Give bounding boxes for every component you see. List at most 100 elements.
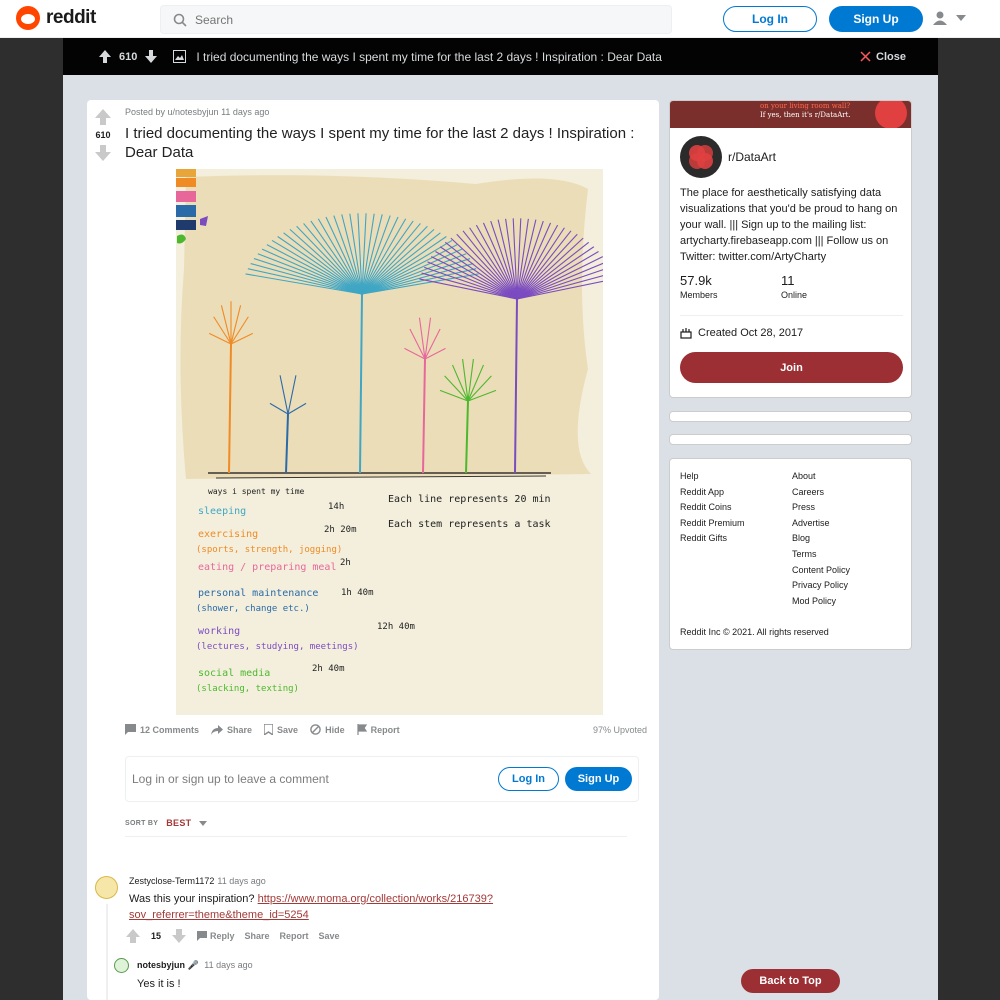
legend-row-value: 2h 20m xyxy=(324,525,357,535)
online-count: 11 xyxy=(781,273,795,288)
footer-link-help[interactable]: Help xyxy=(680,469,792,485)
legend-row-sub: (shower, change etc.) xyxy=(196,604,310,614)
legend-row-label: social media xyxy=(198,668,270,679)
posted-by: Posted by u/notesbyjun 11 days ago xyxy=(125,107,270,117)
footer-link-advertise[interactable]: Advertise xyxy=(792,516,904,532)
community-banner: on your living room wall? If yes, then i… xyxy=(670,101,911,128)
community-icon[interactable] xyxy=(680,136,722,178)
comment-signup-button[interactable]: Sign Up xyxy=(565,767,632,791)
upvote-icon[interactable] xyxy=(99,50,111,63)
created-text: Created Oct 28, 2017 xyxy=(698,327,804,339)
legend-row-value: 1h 40m xyxy=(341,588,374,598)
legend-row-value: 2h 40m xyxy=(312,664,345,674)
footer-link-reddit-gifts[interactable]: Reddit Gifts xyxy=(680,531,792,547)
online-stat: 11 Online xyxy=(781,273,807,300)
user-menu[interactable] xyxy=(932,10,966,26)
downvote-icon[interactable] xyxy=(171,928,187,944)
comment-save-button[interactable]: Save xyxy=(319,931,340,941)
reply-label: Reply xyxy=(210,931,235,941)
footer-links-card: Help Reddit App Reddit Coins Reddit Prem… xyxy=(669,458,912,650)
hide-icon xyxy=(310,724,321,735)
community-name[interactable]: r/DataArt xyxy=(728,150,776,164)
comment-report-button[interactable]: Report xyxy=(280,931,309,941)
legend-key-stem: Each stem represents a task xyxy=(388,519,551,530)
sort-control[interactable]: SORT BY BEST xyxy=(125,818,208,828)
post-top-bar: 610 I tried documenting the ways I spent… xyxy=(63,38,938,75)
banner-line-2: If yes, then it's r/DataArt. xyxy=(760,111,851,119)
comment-author-line: notesbyjun 🎤 11 days ago xyxy=(137,960,253,971)
save-label: Save xyxy=(277,724,299,735)
legend-row-sub: (sports, strength, jogging) xyxy=(196,545,342,555)
downvote-icon[interactable] xyxy=(145,50,158,63)
report-button[interactable]: Report xyxy=(356,724,400,735)
comment-time: 11 days ago xyxy=(217,876,266,886)
comment-icon xyxy=(125,724,136,735)
share-button[interactable]: Share xyxy=(211,724,252,735)
footer-link-mod-policy[interactable]: Mod Policy xyxy=(792,594,904,610)
cake-icon xyxy=(680,328,692,339)
flag-icon xyxy=(356,724,367,735)
reply-button[interactable]: Reply xyxy=(197,931,235,941)
comment-share-button[interactable]: Share xyxy=(245,931,270,941)
legend-title: ways i spent my time xyxy=(208,487,305,496)
upvote-ratio: 97% Upvoted xyxy=(592,724,647,735)
postbar-title-text: I tried documenting the ways I spent my … xyxy=(196,49,662,64)
footer-link-reddit-app[interactable]: Reddit App xyxy=(680,485,792,501)
footer-link-blog[interactable]: Blog xyxy=(792,531,904,547)
members-count: 57.9k xyxy=(680,273,712,288)
upvote-icon[interactable] xyxy=(94,108,112,126)
search-icon xyxy=(173,13,187,27)
close-button[interactable]: Close xyxy=(860,51,906,63)
footer-link-terms[interactable]: Terms xyxy=(792,547,904,563)
comment-body: Was this your inspiration? https://www.m… xyxy=(129,891,529,923)
footer-links-left: Help Reddit App Reddit Coins Reddit Prem… xyxy=(680,469,792,609)
footer-link-privacy-policy[interactable]: Privacy Policy xyxy=(792,578,904,594)
thread-line[interactable] xyxy=(106,904,108,1000)
chevron-down-icon xyxy=(956,15,966,21)
footer-links-right: About Careers Press Advertise Blog Terms… xyxy=(792,469,904,609)
comment-author[interactable]: notesbyjun xyxy=(137,960,185,970)
sort-label: SORT BY xyxy=(125,819,159,827)
footer-link-press[interactable]: Press xyxy=(792,500,904,516)
close-icon xyxy=(860,51,871,62)
upvote-icon[interactable] xyxy=(125,928,141,944)
reddit-logo[interactable]: reddit xyxy=(16,6,96,30)
created-date: Created Oct 28, 2017 xyxy=(680,327,803,339)
post-image[interactable]: ways i spent my time Each line represents… xyxy=(176,169,603,715)
chevron-down-icon xyxy=(199,820,208,826)
footer-link-reddit-premium[interactable]: Reddit Premium xyxy=(680,516,792,532)
login-button[interactable]: Log In xyxy=(723,6,817,32)
legend-row-sub: (lectures, studying, meetings) xyxy=(196,642,359,652)
avatar[interactable] xyxy=(95,876,118,899)
comment-login-button[interactable]: Log In xyxy=(498,767,559,791)
downvote-icon[interactable] xyxy=(94,144,112,162)
hide-label: Hide xyxy=(325,724,345,735)
divider xyxy=(125,836,627,837)
join-button[interactable]: Join xyxy=(680,352,903,383)
search-input[interactable] xyxy=(195,12,635,27)
save-button[interactable]: Save xyxy=(264,724,298,735)
user-icon xyxy=(933,11,947,25)
footer-link-about[interactable]: About xyxy=(792,469,904,485)
top-header: reddit Log In Sign Up xyxy=(0,0,1000,38)
comment-author[interactable]: Zestyclose-Term1172 xyxy=(129,876,214,886)
banner-circle-icon xyxy=(875,101,907,128)
search-bar[interactable] xyxy=(160,5,672,34)
footer-link-content-policy[interactable]: Content Policy xyxy=(792,563,904,579)
footer-link-careers[interactable]: Careers xyxy=(792,485,904,501)
avatar[interactable] xyxy=(114,958,129,973)
reddit-snoo-icon xyxy=(16,6,40,30)
comments-button[interactable]: 12 Comments xyxy=(125,724,199,735)
legend-row-label: exercising xyxy=(198,529,258,540)
post-title[interactable]: I tried documenting the ways I spent my … xyxy=(125,124,645,162)
bookmark-icon xyxy=(264,724,274,735)
banner-line-1: on your living room wall? xyxy=(760,102,851,110)
hide-button[interactable]: Hide xyxy=(310,724,345,735)
footer-link-reddit-coins[interactable]: Reddit Coins xyxy=(680,500,792,516)
sort-value: BEST xyxy=(166,818,192,828)
signup-button[interactable]: Sign Up xyxy=(829,6,923,32)
divider xyxy=(680,315,903,316)
back-to-top-button[interactable]: Back to Top xyxy=(741,969,840,993)
comment-text: Yes it is ! xyxy=(137,978,181,990)
legend-row-sub: (slacking, texting) xyxy=(196,684,299,694)
